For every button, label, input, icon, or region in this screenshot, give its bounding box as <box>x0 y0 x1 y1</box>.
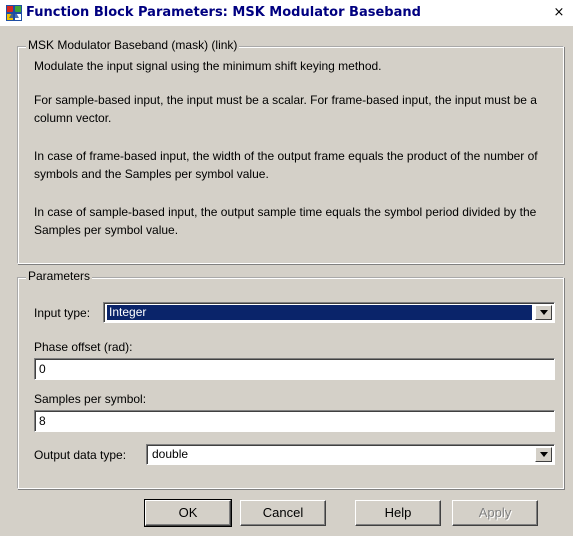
output-data-type-label: Output data type: <box>34 448 127 462</box>
description-paragraph: In case of sample-based input, the outpu… <box>34 205 537 237</box>
dialog-body: MSK Modulator Baseband (mask) (link) Mod… <box>0 26 573 536</box>
parameters-group-title: Parameters <box>26 269 93 283</box>
help-button[interactable]: Help <box>355 500 441 526</box>
description-paragraph: Modulate the input signal using the mini… <box>34 59 382 73</box>
samples-per-symbol-field[interactable]: 8 <box>34 410 555 432</box>
parameters-group: Parameters Input type: Integer Phase off… <box>17 269 564 489</box>
phase-offset-label: Phase offset (rad): <box>34 340 133 354</box>
input-type-select[interactable]: Integer <box>103 302 555 323</box>
description-paragraph: For sample-based input, the input must b… <box>34 93 537 125</box>
description-group-title: MSK Modulator Baseband (mask) (link) <box>26 38 240 52</box>
samples-per-symbol-label: Samples per symbol: <box>34 392 147 406</box>
description-paragraph: In case of frame-based input, the width … <box>34 149 538 181</box>
output-data-type-select[interactable]: double <box>146 444 555 465</box>
dropdown-arrow-icon[interactable] <box>535 305 552 320</box>
description-group: MSK Modulator Baseband (mask) (link) Mod… <box>17 38 564 264</box>
phase-offset-field[interactable]: 0 <box>34 358 555 380</box>
input-type-value: Integer <box>107 305 532 320</box>
input-type-label: Input type: <box>34 306 91 320</box>
simulink-block-icon <box>6 5 22 21</box>
dropdown-arrow-icon[interactable] <box>535 447 552 462</box>
apply-button: Apply <box>452 500 538 526</box>
title-bar[interactable]: Function Block Parameters: MSK Modulator… <box>0 0 573 26</box>
close-icon[interactable]: × <box>551 5 567 21</box>
ok-button[interactable]: OK <box>144 499 232 527</box>
window-title: Function Block Parameters: MSK Modulator… <box>26 5 421 20</box>
output-data-type-value: double <box>152 447 189 461</box>
cancel-button[interactable]: Cancel <box>240 500 326 526</box>
